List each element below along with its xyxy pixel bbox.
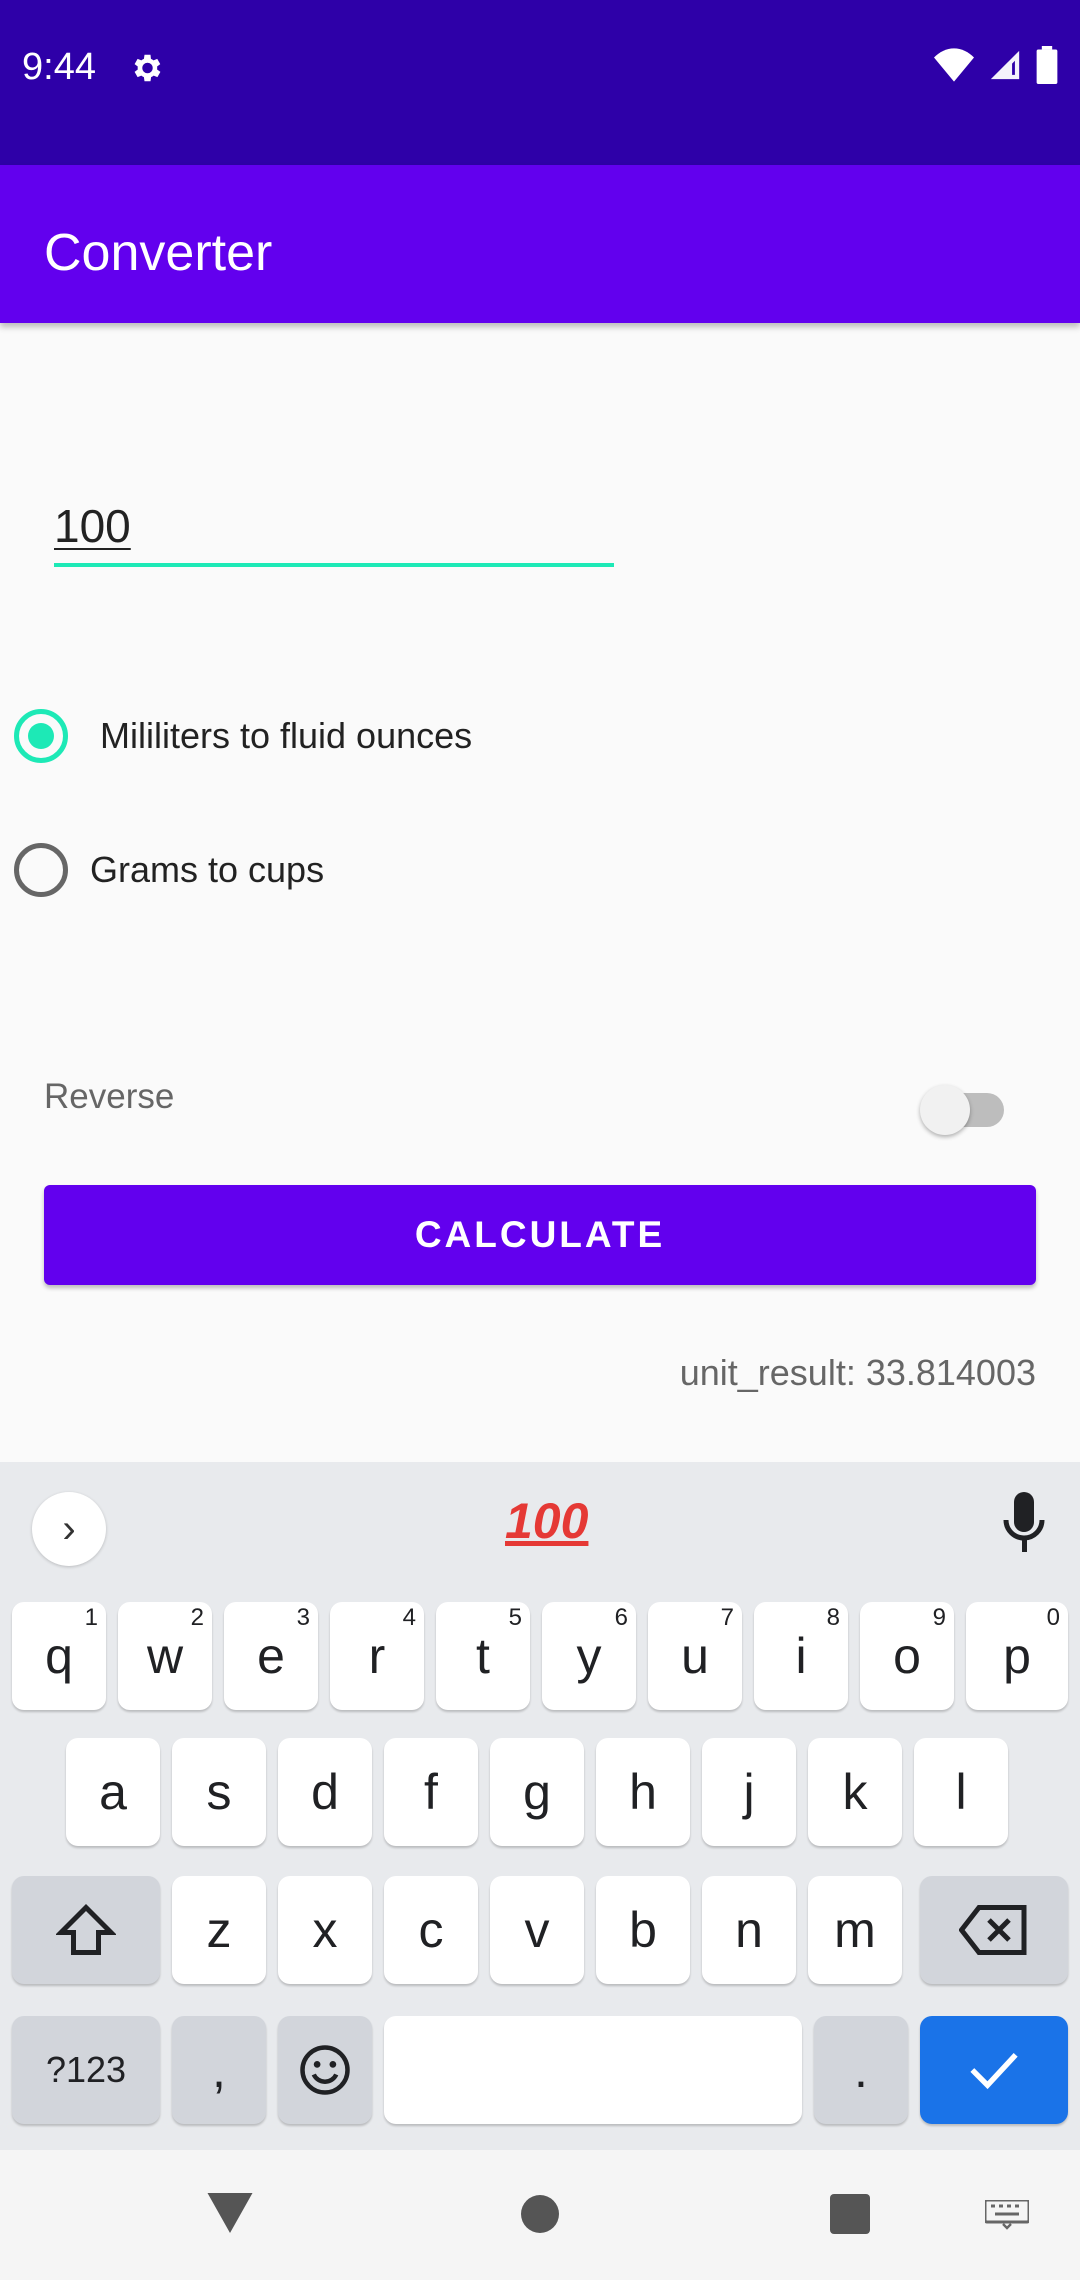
switch-thumb xyxy=(920,1085,970,1135)
checkmark-icon xyxy=(970,2052,1018,2090)
key-j[interactable]: j xyxy=(702,1738,796,1846)
keyboard-suggestion-bar: › 100 xyxy=(0,1462,1080,1580)
key-r[interactable]: r4 xyxy=(330,1602,424,1710)
radio-label-grams-to-cups: Grams to cups xyxy=(90,849,325,890)
radio-button-unchecked[interactable] xyxy=(14,843,68,897)
recents-square-icon[interactable] xyxy=(830,2194,870,2234)
symbols-key[interactable]: ?123 xyxy=(12,2016,160,2124)
key-h[interactable]: h xyxy=(596,1738,690,1846)
emoji-suggestion-100[interactable]: 100 xyxy=(505,1492,588,1550)
key-label: r xyxy=(368,1628,386,1684)
amount-input-value: 100 xyxy=(54,500,131,552)
key-f[interactable]: f xyxy=(384,1738,478,1846)
soft-keyboard: › 100 q1 w2 e3 r4 t5 y6 u7 i8 o9 p0 a s … xyxy=(0,1462,1080,2150)
key-v[interactable]: v xyxy=(490,1876,584,1984)
key-number-hint: 8 xyxy=(826,1604,840,1631)
microphone-icon[interactable] xyxy=(1000,1492,1048,1556)
chevron-right-icon[interactable]: › xyxy=(32,1492,106,1566)
key-label: t xyxy=(476,1628,490,1684)
radio-grams-to-cups[interactable]: Grams to cups xyxy=(14,843,324,897)
backspace-key[interactable] xyxy=(920,1876,1068,1984)
key-label: u xyxy=(681,1628,709,1684)
key-p[interactable]: p0 xyxy=(966,1602,1068,1710)
enter-key[interactable] xyxy=(920,2016,1068,2124)
key-m[interactable]: m xyxy=(808,1876,902,1984)
key-x[interactable]: x xyxy=(278,1876,372,1984)
status-time: 9:44 xyxy=(22,46,96,88)
radio-ml-to-floz[interactable]: Mililiters to fluid ounces xyxy=(14,709,472,763)
key-u[interactable]: u7 xyxy=(648,1602,742,1710)
key-z[interactable]: z xyxy=(172,1876,266,1984)
key-c[interactable]: c xyxy=(384,1876,478,1984)
battery-icon xyxy=(1036,46,1058,84)
key-comma[interactable]: , xyxy=(172,2016,266,2124)
key-n[interactable]: n xyxy=(702,1876,796,1984)
key-b[interactable]: b xyxy=(596,1876,690,1984)
key-d[interactable]: d xyxy=(278,1738,372,1846)
key-number-hint: 5 xyxy=(508,1604,522,1631)
home-circle-icon[interactable] xyxy=(520,2194,560,2234)
key-label: y xyxy=(576,1628,602,1684)
key-label: p xyxy=(1003,1628,1031,1684)
radio-button-checked[interactable] xyxy=(14,709,68,763)
key-period[interactable]: . xyxy=(814,2016,908,2124)
spacebar[interactable] xyxy=(384,2016,802,2124)
calculate-button[interactable]: CALCULATE xyxy=(44,1185,1036,1285)
key-label: q xyxy=(45,1628,73,1684)
back-triangle-icon[interactable] xyxy=(205,2190,255,2236)
signal-icon xyxy=(990,50,1020,80)
smiley-icon xyxy=(300,2045,350,2095)
key-label: w xyxy=(146,1628,184,1684)
key-number-hint: 7 xyxy=(720,1604,734,1631)
key-i[interactable]: i8 xyxy=(754,1602,848,1710)
emoji-key[interactable] xyxy=(278,2016,372,2124)
key-w[interactable]: w2 xyxy=(118,1602,212,1710)
key-t[interactable]: t5 xyxy=(436,1602,530,1710)
key-label: i xyxy=(795,1628,807,1684)
key-a[interactable]: a xyxy=(66,1738,160,1846)
radio-label-ml-to-floz: Mililiters to fluid ounces xyxy=(100,715,473,756)
key-k[interactable]: k xyxy=(808,1738,902,1846)
reverse-switch[interactable] xyxy=(920,1083,1006,1139)
key-q[interactable]: q1 xyxy=(12,1602,106,1710)
reverse-label: Reverse xyxy=(44,1077,175,1116)
status-bar: 9:44 xyxy=(0,0,1080,165)
key-number-hint: 3 xyxy=(296,1604,310,1631)
app-title: Converter xyxy=(44,224,273,282)
app-bar: Converter xyxy=(0,165,1080,323)
key-number-hint: 9 xyxy=(932,1604,946,1631)
key-e[interactable]: e3 xyxy=(224,1602,318,1710)
key-s[interactable]: s xyxy=(172,1738,266,1846)
key-number-hint: 1 xyxy=(84,1604,98,1631)
shift-key[interactable] xyxy=(12,1876,160,1984)
key-label: o xyxy=(893,1628,921,1684)
amount-input[interactable]: 100 xyxy=(54,495,614,567)
navigation-bar xyxy=(0,2150,1080,2280)
key-number-hint: 0 xyxy=(1046,1604,1060,1631)
shift-arrow-icon xyxy=(56,1903,116,1955)
key-number-hint: 4 xyxy=(402,1604,416,1631)
keyboard-switch-icon[interactable] xyxy=(985,2200,1029,2230)
key-l[interactable]: l xyxy=(914,1738,1008,1846)
settings-gear-icon xyxy=(134,54,161,82)
key-number-hint: 6 xyxy=(614,1604,628,1631)
key-g[interactable]: g xyxy=(490,1738,584,1846)
key-o[interactable]: o9 xyxy=(860,1602,954,1710)
key-label: e xyxy=(257,1628,285,1684)
wifi-icon xyxy=(934,48,974,82)
backspace-icon xyxy=(959,1905,1027,1955)
key-y[interactable]: y6 xyxy=(542,1602,636,1710)
result-text: unit_result: 33.814003 xyxy=(679,1352,1036,1393)
key-number-hint: 2 xyxy=(190,1604,204,1631)
